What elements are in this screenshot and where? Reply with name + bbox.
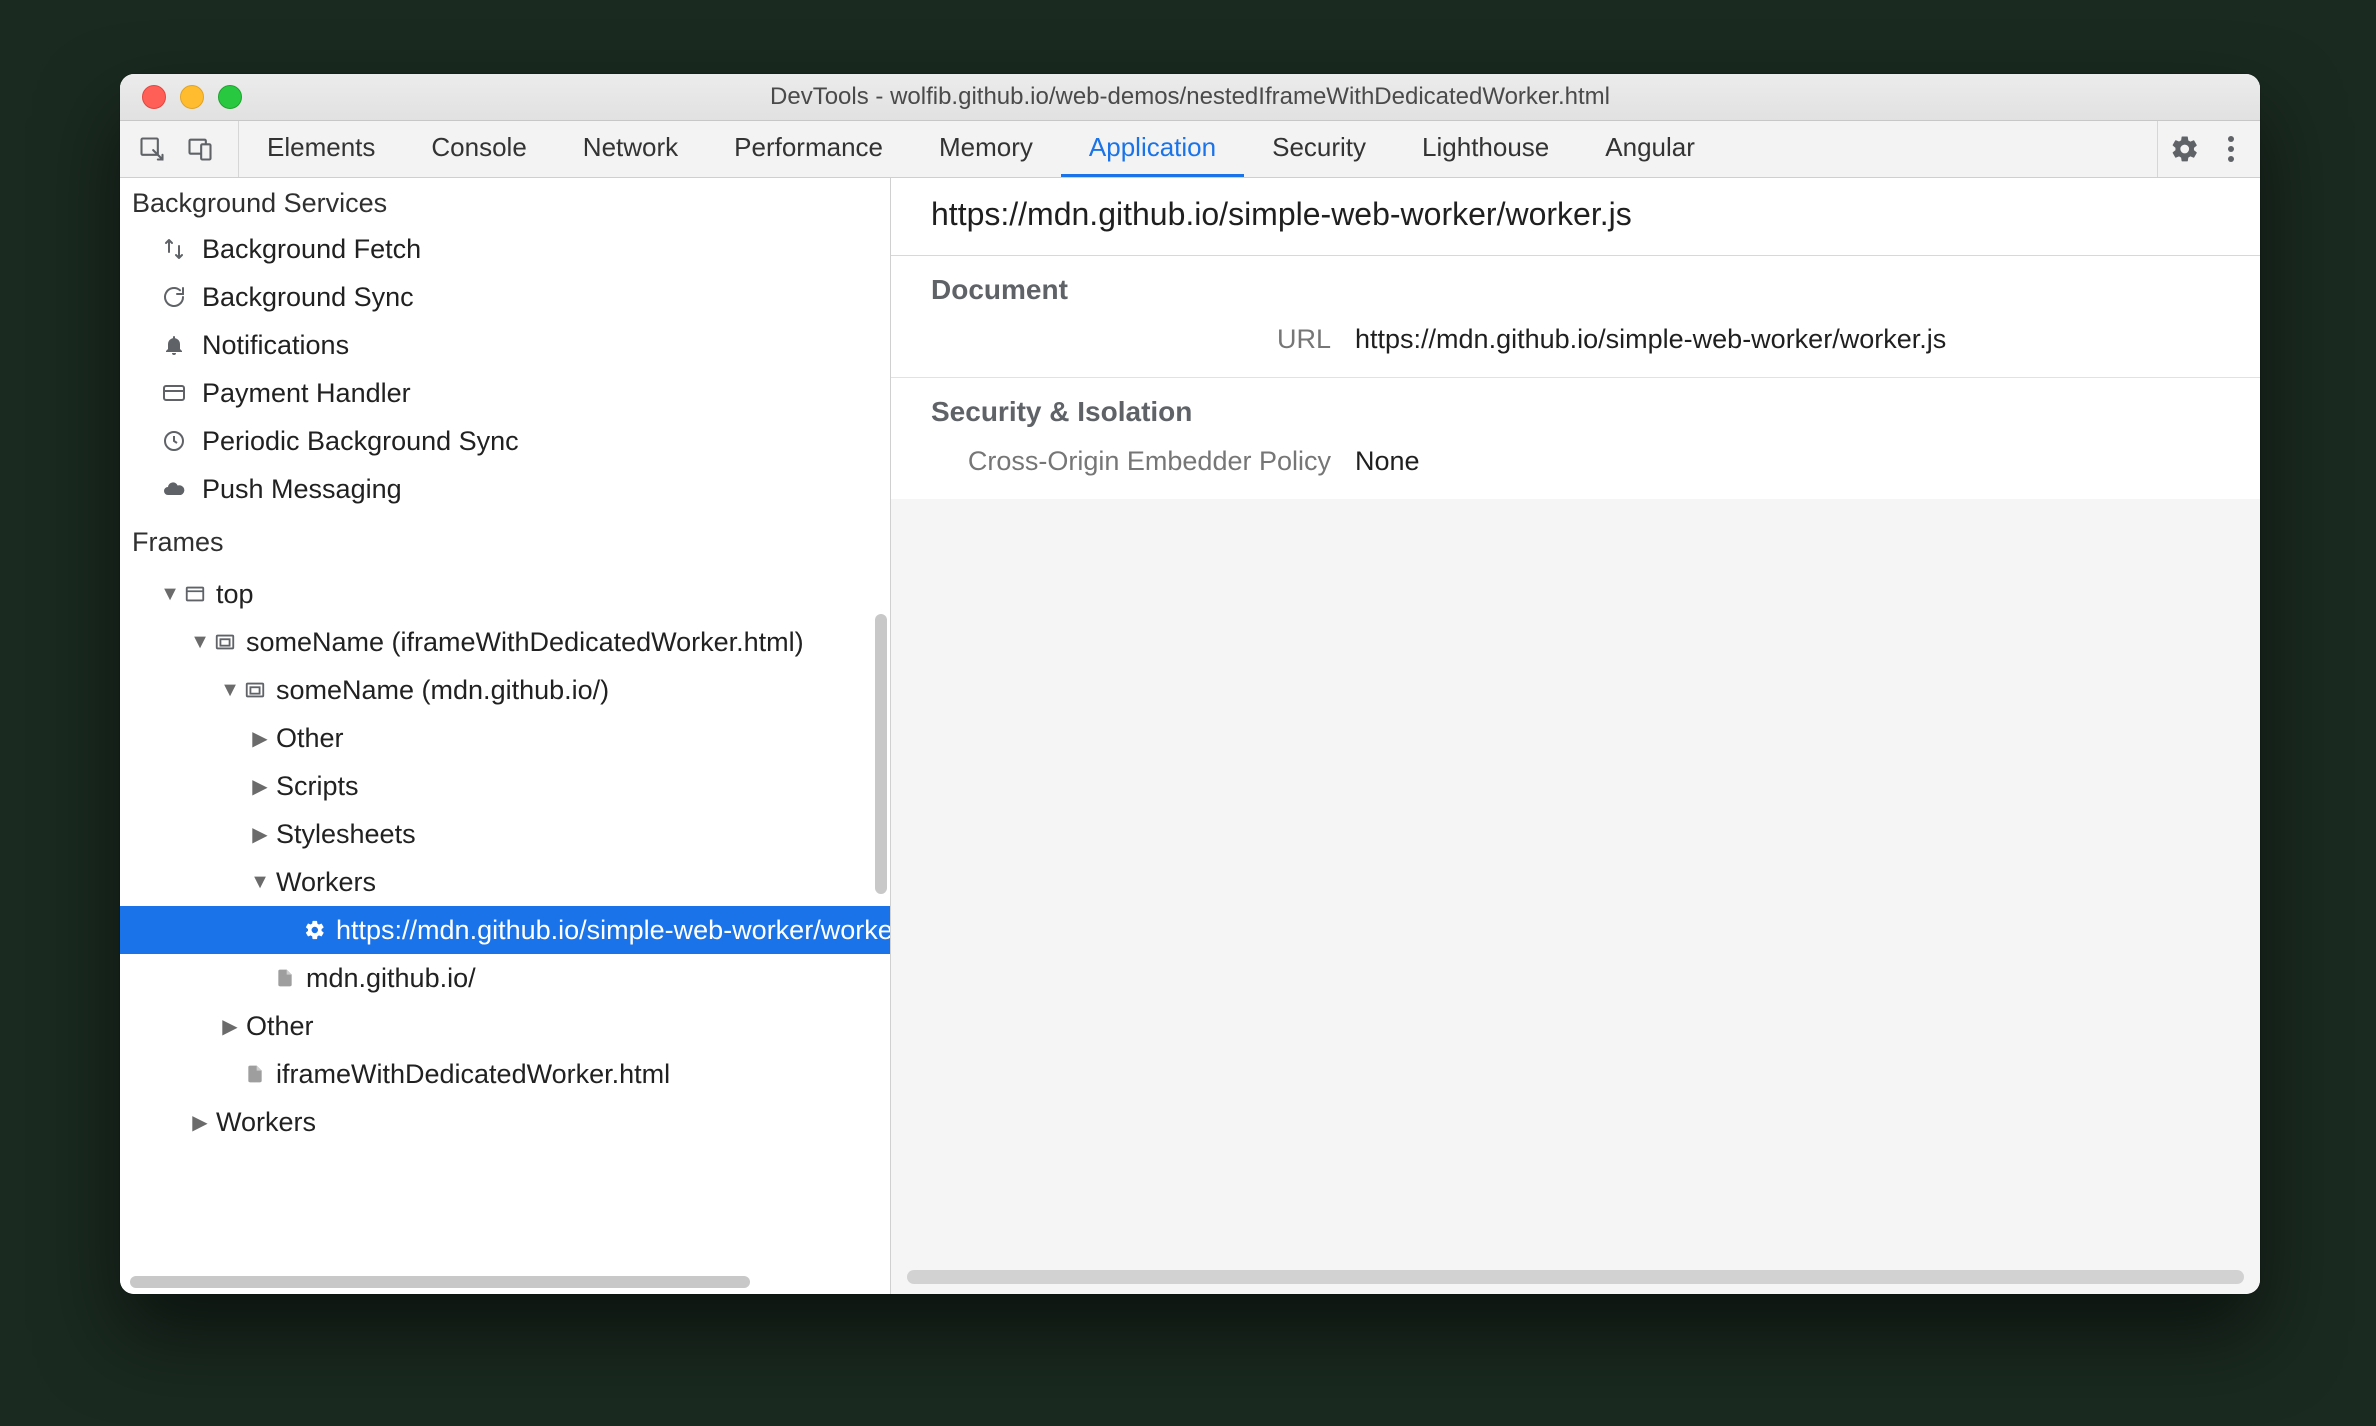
sidebar-scrollbar-horizontal[interactable] <box>130 1276 750 1288</box>
section-background-services: Background Services <box>120 184 890 225</box>
clock-icon <box>160 429 188 453</box>
bg-service-label: Push Messaging <box>202 474 402 505</box>
tree-other[interactable]: ▶Other <box>120 714 890 762</box>
sidebar-scrollbar-vertical[interactable] <box>875 614 887 894</box>
close-window-button[interactable] <box>142 85 166 109</box>
main-scrollbar-horizontal[interactable] <box>907 1270 2244 1284</box>
label-url: URL <box>931 324 1355 355</box>
tree-frame-2[interactable]: ▼someName (mdn.github.io/) <box>120 666 890 714</box>
tree-frame-1[interactable]: ▼someName (iframeWithDedicatedWorker.htm… <box>120 618 890 666</box>
tree-stylesheets[interactable]: ▶Stylesheets <box>120 810 890 858</box>
tab-security[interactable]: Security <box>1244 121 1394 177</box>
tree-scripts[interactable]: ▶Scripts <box>120 762 890 810</box>
tab-memory[interactable]: Memory <box>911 121 1061 177</box>
bg-service-label: Background Fetch <box>202 234 421 265</box>
row-coep: Cross-Origin Embedder Policy None <box>931 446 2220 477</box>
sync-icon <box>160 285 188 309</box>
panel-security: Security & Isolation Cross-Origin Embedd… <box>891 378 2260 499</box>
main-panel: https://mdn.github.io/simple-web-worker/… <box>891 178 2260 1294</box>
row-url: URL https://mdn.github.io/simple-web-wor… <box>931 324 2220 355</box>
tab-performance[interactable]: Performance <box>706 121 911 177</box>
label-coep: Cross-Origin Embedder Policy <box>931 446 1355 477</box>
tree-workers-2[interactable]: ▶Workers <box>120 1098 890 1146</box>
inspect-icon[interactable] <box>138 135 166 163</box>
bg-service-background-sync[interactable]: Background Sync <box>132 273 890 321</box>
bg-service-label: Periodic Background Sync <box>202 426 519 457</box>
value-coep: None <box>1355 446 1420 477</box>
tree-iframe-doc[interactable]: iframeWithDedicatedWorker.html <box>120 1050 890 1098</box>
tab-strip: ElementsConsoleNetworkPerformanceMemoryA… <box>120 121 2260 178</box>
tab-console[interactable]: Console <box>403 121 554 177</box>
bg-service-payment-handler[interactable]: Payment Handler <box>132 369 890 417</box>
tab-application[interactable]: Application <box>1061 121 1244 177</box>
window-title: DevTools - wolfib.github.io/web-demos/ne… <box>120 83 2260 111</box>
more-icon[interactable] <box>2226 134 2236 164</box>
tab-elements[interactable]: Elements <box>239 121 403 177</box>
content-title: https://mdn.github.io/simple-web-worker/… <box>891 178 2260 256</box>
settings-icon[interactable] <box>2170 134 2200 164</box>
value-url: https://mdn.github.io/simple-web-worker/… <box>1355 324 1946 355</box>
bg-service-background-fetch[interactable]: Background Fetch <box>132 225 890 273</box>
tree-doc[interactable]: mdn.github.io/ <box>120 954 890 1002</box>
sidebar: Background Services Background Fetch Back… <box>120 178 891 1294</box>
frames-tree: ▼top ▼someName (iframeWithDedicatedWorke… <box>120 570 890 1146</box>
body: Background Services Background Fetch Back… <box>120 178 2260 1294</box>
bg-service-periodic-background-sync[interactable]: Periodic Background Sync <box>132 417 890 465</box>
tab-angular[interactable]: Angular <box>1577 121 1723 177</box>
section-frames: Frames <box>120 523 890 564</box>
tab-network[interactable]: Network <box>555 121 706 177</box>
panel-title-security: Security & Isolation <box>931 396 2220 428</box>
panel-title-document: Document <box>931 274 2220 306</box>
device-toolbar-icon[interactable] <box>186 135 214 163</box>
bg-service-label: Background Sync <box>202 282 414 313</box>
tree-top[interactable]: ▼top <box>120 570 890 618</box>
zoom-window-button[interactable] <box>218 85 242 109</box>
cloud-icon <box>160 477 188 501</box>
bg-service-push-messaging[interactable]: Push Messaging <box>132 465 890 513</box>
devtools-window: DevTools - wolfib.github.io/web-demos/ne… <box>120 74 2260 1294</box>
bg-service-label: Payment Handler <box>202 378 411 409</box>
window-controls <box>120 85 242 109</box>
minimize-window-button[interactable] <box>180 85 204 109</box>
bg-service-notifications[interactable]: Notifications <box>132 321 890 369</box>
tab-lighthouse[interactable]: Lighthouse <box>1394 121 1577 177</box>
titlebar: DevTools - wolfib.github.io/web-demos/ne… <box>120 74 2260 121</box>
bell-icon <box>160 333 188 357</box>
tree-worker-selected[interactable]: https://mdn.github.io/simple-web-worker/… <box>120 906 890 954</box>
tree-other-2[interactable]: ▶Other <box>120 1002 890 1050</box>
tree-workers[interactable]: ▼Workers <box>120 858 890 906</box>
panel-document: Document URL https://mdn.github.io/simpl… <box>891 256 2260 378</box>
bg-service-label: Notifications <box>202 330 349 361</box>
card-icon <box>160 381 188 405</box>
arrows-icon <box>160 237 188 261</box>
